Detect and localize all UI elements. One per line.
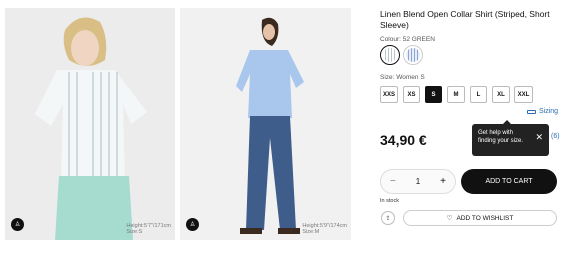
quantity-value: 1 — [415, 177, 421, 186]
person-icon[interactable]: ♙ — [11, 218, 24, 231]
sizing-link[interactable]: Sizing — [527, 108, 558, 115]
person-icon[interactable]: ♙ — [186, 218, 199, 231]
tooltip-line-1: Get help with — [478, 130, 514, 136]
share-icon: ⇪ — [385, 215, 391, 222]
size-option-l[interactable]: L — [470, 86, 487, 103]
model-illustration-1 — [5, 8, 175, 240]
product-photo-2[interactable]: ♙ Height:5'9"/174cm Size:M — [180, 8, 351, 240]
size-option-s[interactable]: S — [425, 86, 442, 103]
tooltip-line-2: finding your size. — [478, 138, 524, 144]
colour-swatch-blue[interactable] — [403, 45, 423, 65]
sizing-link-label: Sizing — [539, 108, 559, 115]
model-size: Size:S — [126, 229, 143, 235]
ruler-icon — [527, 109, 536, 114]
model-illustration-2 — [180, 8, 351, 240]
product-title: Linen Blend Open Collar Shirt (Striped, … — [380, 9, 550, 30]
product-price: 34,90 € — [380, 132, 427, 148]
colour-label: Colour: 52 GREEN — [380, 36, 435, 43]
size-option-xxl[interactable]: XXL — [514, 86, 533, 103]
stock-status: In stock — [380, 198, 399, 204]
wishlist-label: ADD TO WISHLIST — [456, 214, 514, 222]
model-size: Size:M — [302, 229, 320, 235]
size-option-xxs[interactable]: XXS — [380, 86, 398, 103]
size-option-m[interactable]: M — [447, 86, 465, 103]
photo-1-caption: Height:5'7"/171cm Size:S — [126, 223, 171, 235]
share-button[interactable]: ⇪ — [381, 211, 395, 225]
photo-2-caption: Height:5'9"/174cm Size:M — [302, 223, 347, 235]
decrease-quantity-button[interactable]: − — [390, 176, 396, 187]
size-option-xl[interactable]: XL — [492, 86, 510, 103]
heart-icon: ♡ — [446, 215, 453, 222]
tooltip-arrow — [503, 120, 511, 124]
close-icon[interactable]: ✕ — [535, 133, 543, 142]
add-to-wishlist-button[interactable]: ♡ ADD TO WISHLIST — [403, 210, 557, 226]
size-help-tooltip: Get help with finding your size. ✕ — [472, 120, 549, 156]
add-to-cart-button[interactable]: ADD TO CART — [461, 169, 557, 194]
review-count[interactable]: (6) — [551, 133, 560, 140]
colour-swatch-green[interactable] — [380, 45, 400, 65]
product-photo-1[interactable]: ♙ Height:5'7"/171cm Size:S — [5, 8, 175, 240]
quantity-stepper: − 1 + — [380, 169, 456, 194]
increase-quantity-button[interactable]: + — [440, 176, 446, 187]
size-option-xs[interactable]: XS — [403, 86, 420, 103]
size-label: Size: Women S — [380, 74, 425, 81]
